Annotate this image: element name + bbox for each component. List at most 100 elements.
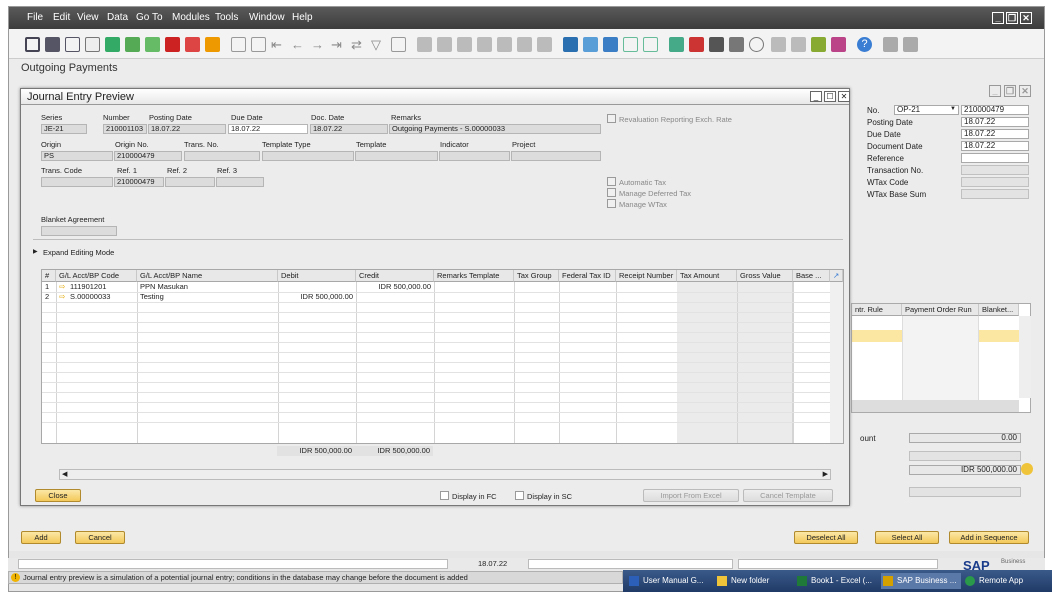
- taskbar-item-excel[interactable]: Book1 - Excel (...: [795, 573, 879, 589]
- chat-icon[interactable]: [643, 37, 658, 52]
- account-code[interactable]: 111901201: [67, 282, 137, 292]
- scroll-left-icon[interactable]: ◀: [62, 470, 67, 478]
- target-document-icon[interactable]: [437, 37, 452, 52]
- reference-field[interactable]: [961, 153, 1029, 163]
- horizontal-scrollbar[interactable]: [852, 400, 1019, 412]
- help-icon[interactable]: ?: [857, 37, 872, 52]
- column-header[interactable]: Remarks Template: [434, 270, 514, 282]
- chevron-down-icon[interactable]: ▼: [950, 106, 956, 112]
- close-button[interactable]: Close: [35, 489, 81, 502]
- paste-icon[interactable]: [791, 37, 806, 52]
- previous-record-icon[interactable]: ←: [291, 37, 306, 52]
- add-in-sequence-button[interactable]: Add in Sequence: [949, 531, 1029, 544]
- column-header[interactable]: Credit: [356, 270, 434, 282]
- minimize-icon[interactable]: _: [989, 85, 1001, 97]
- posting-date-field[interactable]: 18.07.22: [961, 117, 1029, 127]
- base-document-icon[interactable]: [417, 37, 432, 52]
- edit-doc-icon[interactable]: [603, 37, 618, 52]
- edit-icon[interactable]: [563, 37, 578, 52]
- email-icon[interactable]: [65, 37, 80, 52]
- journal-grid[interactable]: # G/L Acct/BP Code G/L Acct/BP Name Debi…: [41, 269, 844, 444]
- drag-relate-icon[interactable]: [811, 37, 826, 52]
- first-record-icon[interactable]: ⇤: [271, 37, 286, 52]
- scroll-right-icon[interactable]: ▶: [823, 470, 828, 478]
- column-header[interactable]: Debit: [278, 270, 356, 282]
- column-header[interactable]: Tax Amount: [677, 270, 737, 282]
- lock-icon[interactable]: [205, 37, 220, 52]
- close-icon[interactable]: ✕: [838, 91, 850, 102]
- triangle-right-icon[interactable]: ▶: [33, 248, 38, 255]
- journal-icon[interactable]: [517, 37, 532, 52]
- minimize-icon[interactable]: _: [992, 12, 1004, 24]
- copy-icon[interactable]: [771, 37, 786, 52]
- widget-icon[interactable]: [831, 37, 846, 52]
- taskbar-item-sap-business[interactable]: SAP Business ...: [881, 573, 961, 589]
- last-record-icon[interactable]: ⇥: [331, 37, 346, 52]
- column-header[interactable]: Base ...: [793, 270, 830, 282]
- select-all-button[interactable]: Select All: [875, 531, 939, 544]
- link-arrow-icon[interactable]: ⇨: [56, 282, 66, 292]
- doc-number-field[interactable]: 210000479: [961, 105, 1029, 115]
- menu-tools[interactable]: Tools: [215, 12, 238, 23]
- taskbar-item-remote-app[interactable]: Remote App: [963, 573, 1048, 589]
- cancel-button[interactable]: Cancel: [75, 531, 125, 544]
- column-header[interactable]: ntr. Rule: [852, 304, 902, 316]
- menu-goto[interactable]: Go To: [136, 12, 163, 23]
- due-date-field[interactable]: 18.07.22: [228, 124, 308, 134]
- restore-icon[interactable]: ❐: [1004, 85, 1016, 97]
- close-icon[interactable]: ✕: [1019, 85, 1031, 97]
- restore-icon[interactable]: ☐: [824, 91, 836, 102]
- launch-icon[interactable]: [185, 37, 200, 52]
- gross-profit-icon[interactable]: [457, 37, 472, 52]
- volume-icon[interactable]: [497, 37, 512, 52]
- user-icon[interactable]: [749, 37, 764, 52]
- column-header[interactable]: Blanket...: [979, 304, 1019, 316]
- filter-icon[interactable]: ▽: [371, 37, 386, 52]
- menu-window[interactable]: Window: [249, 12, 285, 23]
- add-button[interactable]: Add: [21, 531, 61, 544]
- sms-icon[interactable]: [85, 37, 100, 52]
- coins-icon[interactable]: [1021, 463, 1033, 475]
- calculator-icon[interactable]: [709, 37, 724, 52]
- menu-data[interactable]: Data: [107, 12, 128, 23]
- close-icon[interactable]: ✕: [1020, 12, 1032, 24]
- expand-grid-icon[interactable]: ↗: [830, 270, 843, 282]
- menu-modules[interactable]: Modules: [172, 12, 210, 23]
- menu-edit[interactable]: Edit: [53, 12, 70, 23]
- message-icon[interactable]: [623, 37, 638, 52]
- calendar-icon[interactable]: [669, 37, 684, 52]
- taskbar-item-user-manual[interactable]: User Manual G...: [627, 573, 715, 589]
- word-icon[interactable]: [145, 37, 160, 52]
- sort-icon[interactable]: [391, 37, 406, 52]
- document-date-field[interactable]: 18.07.22: [961, 141, 1029, 151]
- account-code[interactable]: S.00000033: [67, 292, 137, 302]
- find-icon[interactable]: [231, 37, 246, 52]
- horizontal-scrollbar[interactable]: ◀ ▶: [59, 469, 831, 480]
- display-fc-checkbox[interactable]: [440, 491, 449, 500]
- column-header[interactable]: Federal Tax ID: [559, 270, 616, 282]
- deselect-all-button[interactable]: Deselect All: [794, 531, 858, 544]
- due-date-field[interactable]: 18.07.22: [961, 129, 1029, 139]
- preview-icon[interactable]: [25, 37, 40, 52]
- vertical-scrollbar[interactable]: [1019, 316, 1031, 398]
- display-sc-checkbox[interactable]: [515, 491, 524, 500]
- excel-icon[interactable]: [125, 37, 140, 52]
- column-header[interactable]: #: [42, 270, 56, 282]
- minimize-icon[interactable]: _: [810, 91, 822, 102]
- restore-icon[interactable]: ❐: [1006, 12, 1018, 24]
- column-header[interactable]: G/L Acct/BP Code: [56, 270, 137, 282]
- column-header[interactable]: Receipt Number: [616, 270, 677, 282]
- fax-icon[interactable]: [105, 37, 120, 52]
- refresh-icon[interactable]: ⇄: [351, 37, 366, 52]
- network-icon[interactable]: [729, 37, 744, 52]
- column-header[interactable]: Tax Group: [514, 270, 559, 282]
- vertical-scrollbar[interactable]: [830, 282, 843, 443]
- print-icon[interactable]: [45, 37, 60, 52]
- column-header[interactable]: Gross Value: [737, 270, 793, 282]
- menu-file[interactable]: File: [27, 12, 43, 23]
- next-record-icon[interactable]: →: [311, 37, 326, 52]
- settings-icon[interactable]: [883, 37, 898, 52]
- payment-means-icon[interactable]: [477, 37, 492, 52]
- add-icon[interactable]: [251, 37, 266, 52]
- form-settings-icon[interactable]: [903, 37, 918, 52]
